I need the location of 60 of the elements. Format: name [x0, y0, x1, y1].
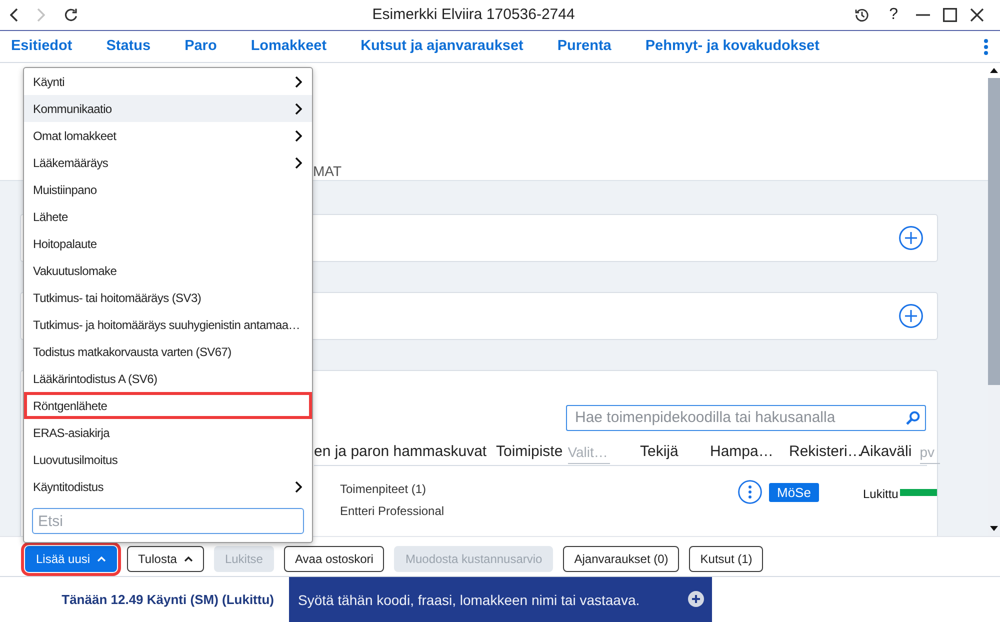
row-subtitle: Entteri Professional [340, 503, 444, 520]
menu-item[interactable]: Todistus matkakorvausta varten (SV67) [24, 338, 312, 365]
user-badge: MöSe [769, 483, 819, 502]
menu-item[interactable]: Lääkärintodistus A (SV6) [24, 365, 312, 392]
window-title: Esimerkki Elviira 170536-2744 [371, 4, 576, 25]
scrollbar-thumb[interactable] [988, 78, 1000, 385]
toolbar-button[interactable]: Ajanvaraukset (0) [563, 546, 680, 572]
scroll-up-icon[interactable] [990, 68, 998, 73]
column-header[interactable]: Aikaväli [860, 441, 912, 464]
search-field[interactable]: Hae toimenpidekoodilla tai hakusanalla [566, 405, 926, 431]
close-icon[interactable] [970, 8, 984, 22]
nav-tab[interactable]: Kutsut ja ajanvaraukset [360, 31, 524, 62]
filter-field[interactable]: Valit… [568, 442, 610, 464]
history-icon[interactable] [855, 8, 870, 22]
row-title: Toimenpiteet (1) [340, 481, 426, 498]
menu-item[interactable]: Röntgenlähete [24, 392, 312, 419]
toolbar-button[interactable]: Tulosta [127, 546, 204, 572]
menu-search-field[interactable]: Etsi [32, 508, 304, 534]
column-header[interactable]: Tekijä [640, 441, 678, 464]
column-header[interactable]: Hampa… [710, 441, 774, 464]
status-text: Lukittu [862, 486, 898, 503]
more-options-icon[interactable] [984, 38, 988, 54]
menu-item[interactable]: Tutkimus- tai hoitomääräys (SV3) [24, 284, 312, 311]
menu-item[interactable]: Kommunikaatio [24, 95, 312, 122]
menu-item[interactable]: Vakuutuslomake [24, 257, 312, 284]
maximize-icon[interactable] [943, 8, 957, 22]
nav-tab[interactable]: Status [106, 31, 151, 62]
menu-item[interactable]: Lääkemääräys [24, 149, 312, 176]
column-header[interactable]: Toimipiste [496, 441, 563, 464]
more-options-icon[interactable] [738, 480, 762, 504]
menu-item[interactable]: Muistiinpano [24, 176, 312, 203]
nav-tab[interactable]: Pehmyt- ja kovakudokset [645, 31, 820, 62]
reload-icon[interactable] [64, 8, 78, 22]
minimize-icon[interactable] [916, 14, 930, 16]
nav-tab[interactable]: Paro [184, 31, 217, 62]
toolbar-button[interactable]: Kutsut (1) [689, 546, 764, 572]
add-icon[interactable] [899, 304, 923, 328]
filter-field[interactable]: pv [920, 442, 940, 464]
add-icon[interactable] [688, 591, 704, 607]
add-icon[interactable] [899, 226, 923, 250]
nav-tab[interactable]: Lomakkeet [250, 31, 327, 62]
column-header[interactable]: en ja paron hammaskuvat [314, 441, 487, 464]
toolbar-button[interactable]: Avaa ostoskori [284, 546, 384, 572]
nav-tab[interactable]: Esitiedot [11, 31, 72, 62]
section-heading: MAT [313, 163, 342, 179]
menu-item[interactable]: Lähete [24, 203, 312, 230]
command-field[interactable]: Syötä tähän koodi, fraasi, lomakkeen nimi tai vastaava. [289, 577, 712, 622]
menu-item[interactable]: Käynti [24, 68, 312, 95]
menu-item[interactable]: Luovutusilmoitus [24, 446, 312, 473]
menu-item[interactable]: Hoitopalaute [24, 230, 312, 257]
nav-tab[interactable]: Purenta [557, 31, 612, 62]
scroll-down-icon[interactable] [990, 526, 998, 531]
help-button[interactable]: ? [889, 7, 898, 23]
back-icon[interactable] [10, 8, 18, 22]
menu-item[interactable]: Käyntitodistus [24, 473, 312, 500]
menu-item[interactable]: Omat lomakkeet [24, 122, 312, 149]
menu-item[interactable]: Tutkimus- ja hoitomääräys suuhygienistin antamaa… [24, 311, 312, 338]
menu-item[interactable]: ERAS-asiakirja [24, 419, 312, 446]
search-icon[interactable] [906, 411, 920, 425]
visit-status: Tänään 12.49 Käynti (SM) (Lukittu) [62, 590, 274, 609]
